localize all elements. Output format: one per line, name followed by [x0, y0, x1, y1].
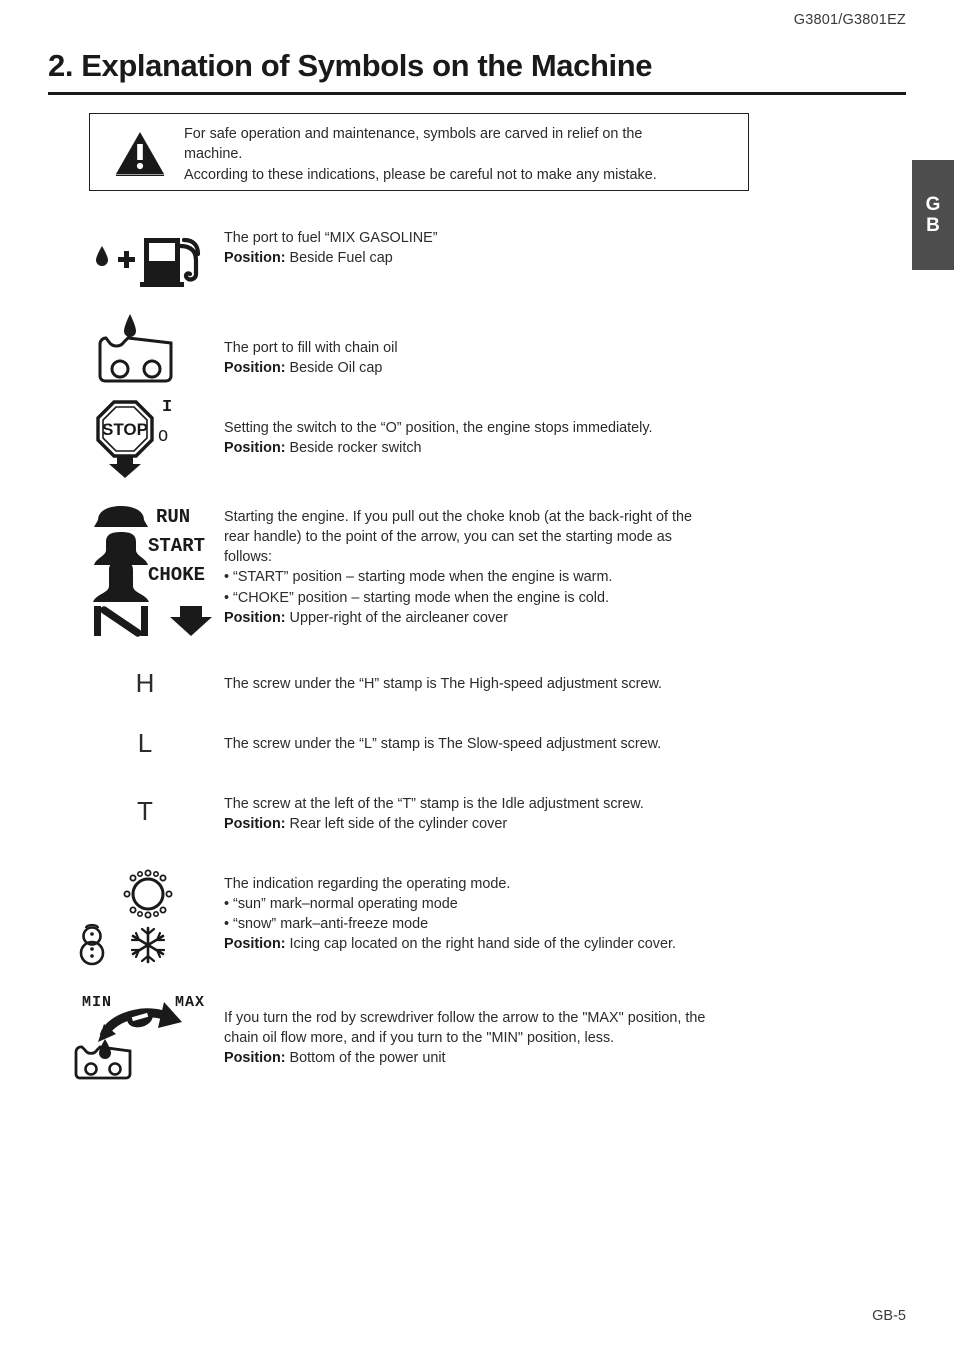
choke-position-value: Upper-right of the aircleaner cover — [285, 609, 508, 626]
chain-oil-position-value: Beside Oil cap — [285, 360, 383, 377]
chain-oil-position-label: Position: — [224, 360, 286, 377]
oil-flow-description: If you turn the rod by screwdriver follo… — [224, 1008, 908, 1068]
fuel-description: The port to fuel “MIX GASOLINE” Position… — [224, 228, 908, 268]
page-title: 2. Explanation of Symbols on the Machine — [48, 48, 653, 83]
symbol-row-fuel: The port to fuel “MIX GASOLINE” Position… — [48, 228, 908, 298]
choke-position-label: Position: — [224, 609, 286, 626]
stop-switch-position-value: Beside rocker switch — [285, 440, 422, 457]
choke-description: Starting the engine. If you pull out the… — [224, 507, 908, 628]
letter-h-stamp: H — [48, 668, 224, 708]
slow-speed-description: The screw under the “L” stamp is The Slo… — [224, 734, 908, 754]
fuel-position-value: Beside Fuel cap — [285, 250, 393, 267]
symbol-row-high-speed: H The screw under the “H” stamp is The H… — [48, 668, 908, 708]
safety-note-text: For safe operation and maintenance, symb… — [184, 124, 738, 185]
safety-note-line3: According to these indications, please b… — [184, 166, 657, 183]
chain-oil-description: The port to fill with chain oil Position… — [224, 338, 908, 378]
high-speed-line1: The screw under the “H” stamp is The Hig… — [224, 676, 663, 692]
stop-switch-position-label: Position: — [224, 440, 286, 457]
oil-flow-position-label: Position: — [224, 1050, 286, 1067]
switch-off-label: O — [158, 428, 169, 447]
side-tab-line1: G — [925, 193, 941, 215]
fuel-position-label: Position: — [224, 250, 286, 267]
symbol-row-operating-mode: The indication regarding the operating m… — [48, 866, 908, 966]
choke-knob-icon: RUN START CHOKE — [48, 500, 224, 640]
fuel-pump-icon — [48, 228, 224, 298]
fuel-line1: The port to fuel “MIX GASOLINE” — [224, 230, 438, 246]
oil-flow-min-label: MIN — [82, 994, 113, 1011]
page-footer: GB-5 — [872, 1308, 906, 1324]
switch-on-label: I — [162, 398, 173, 417]
idle-position-label: Position: — [224, 816, 286, 833]
oil-flow-line1: If you turn the rod by screwdriver follo… — [224, 1010, 706, 1026]
operating-mode-bullet1: • “sun” mark–normal operating mode — [224, 896, 458, 913]
operating-mode-line1: The indication regarding the operating m… — [224, 876, 511, 892]
symbol-row-stop-switch: STOP I O Setting the switch to the “O” p… — [48, 396, 908, 482]
svg-text:STOP: STOP — [102, 420, 148, 439]
idle-description: The screw at the left of the “T” stamp i… — [224, 794, 908, 834]
snowman-icon — [79, 923, 105, 966]
chain-oil-icon — [48, 310, 224, 390]
oil-flow-max-label: MAX — [175, 994, 206, 1011]
warning-triangle-icon — [114, 130, 166, 176]
idle-position-value: Rear left side of the cylinder cover — [285, 816, 508, 833]
choke-label-choke: CHOKE — [148, 564, 206, 586]
oil-flow-adjust-icon: MIN MAX — [48, 990, 224, 1082]
operating-mode-position-value: Icing cap located on the right hand side… — [285, 936, 676, 953]
operating-mode-position-label: Position: — [224, 936, 286, 953]
letter-t-stamp: T — [48, 788, 224, 844]
safety-note-box: For safe operation and maintenance, symb… — [89, 113, 749, 191]
operating-mode-bullet2: • “snow” mark–anti-freeze mode — [224, 916, 429, 933]
stop-switch-description: Setting the switch to the “O” position, … — [224, 418, 908, 458]
letter-t: T — [137, 796, 153, 826]
choke-label-start: START — [148, 535, 206, 557]
choke-line3: follows: — [224, 549, 272, 566]
stop-switch-icon: STOP I O — [48, 396, 224, 482]
oil-flow-line2: chain oil flow more, and if you turn to … — [224, 1030, 615, 1047]
symbol-row-idle: T The screw at the left of the “T” stamp… — [48, 788, 908, 844]
sun-icon — [123, 869, 173, 919]
letter-h: H — [135, 668, 155, 698]
slow-speed-line1: The screw under the “L” stamp is The Slo… — [224, 736, 662, 752]
operating-mode-description: The indication regarding the operating m… — [224, 874, 908, 955]
stop-switch-line1: Setting the switch to the “O” position, … — [224, 420, 653, 436]
choke-label-run: RUN — [156, 506, 191, 528]
safety-note-line1: For safe operation and maintenance, symb… — [184, 126, 643, 142]
choke-line2: rear handle) to the point of the arrow, … — [224, 529, 672, 546]
choke-bullet2: • “CHOKE” position – starting mode when … — [224, 589, 609, 606]
side-tab-line2: B — [926, 215, 940, 236]
title-divider — [48, 92, 906, 95]
symbol-row-slow-speed: L The screw under the “L” stamp is The S… — [48, 728, 908, 768]
side-tab-gb: G B — [912, 160, 954, 270]
snowflake-icon — [130, 926, 166, 964]
letter-l: L — [137, 728, 153, 758]
model-code: G3801/G3801EZ — [793, 12, 906, 28]
choke-line1: Starting the engine. If you pull out the… — [224, 509, 692, 525]
safety-note-line2: machine. — [184, 146, 243, 163]
symbol-row-choke: RUN START CHOKE Starting the engine. If … — [48, 500, 908, 640]
high-speed-description: The screw under the “H” stamp is The Hig… — [224, 674, 908, 694]
symbol-row-oil-flow: MIN MAX If you turn the rod by screwdriv… — [48, 990, 908, 1082]
sun-snow-icon — [48, 866, 224, 966]
idle-line1: The screw at the left of the “T” stamp i… — [224, 796, 644, 812]
chain-oil-line1: The port to fill with chain oil — [224, 340, 398, 356]
letter-l-stamp: L — [48, 728, 224, 768]
oil-flow-position-value: Bottom of the power unit — [285, 1050, 446, 1067]
choke-bullet1: • “START” position – starting mode when … — [224, 569, 613, 586]
symbol-row-chain-oil: The port to fill with chain oil Position… — [48, 310, 908, 390]
